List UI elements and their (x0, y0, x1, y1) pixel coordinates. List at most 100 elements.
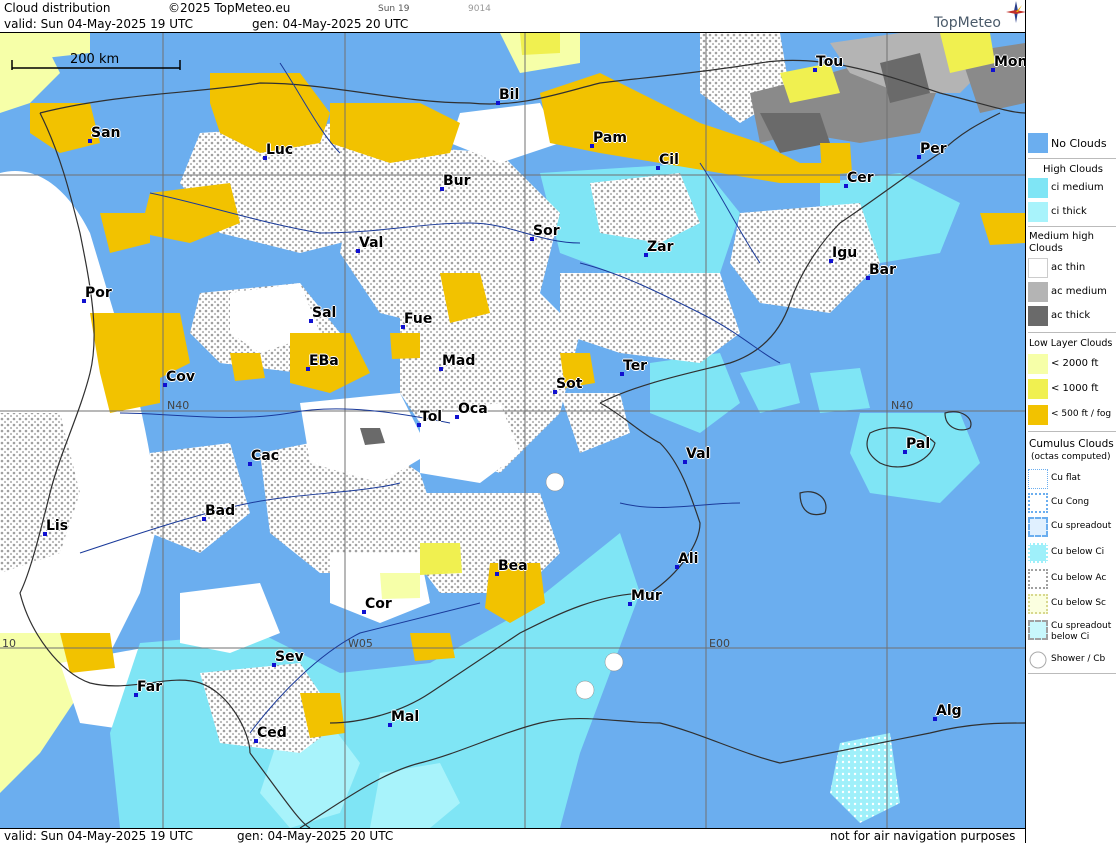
ac-thick-swatch (1028, 306, 1048, 326)
city-label: Bar (869, 262, 897, 278)
cu-spreadout-swatch (1028, 517, 1048, 537)
city-label: Tol (420, 409, 443, 425)
legend-low-1000: < 1000 ft (1027, 379, 1117, 401)
city-label: Pam (593, 130, 627, 146)
legend-label: ac thin (1051, 262, 1086, 273)
legend-label: Cu below Ci (1051, 547, 1105, 557)
cu-flat-swatch (1028, 469, 1048, 489)
legend-cu-below-ac: Cu below Ac (1027, 569, 1117, 591)
city-label: Luc (266, 142, 294, 158)
city-label: Sev (275, 649, 304, 665)
city-label: San (91, 125, 121, 141)
legend-label: Shower / Cb (1051, 654, 1106, 664)
city-label: Bea (498, 558, 528, 574)
legend-cu-cong: Cu Cong (1027, 493, 1117, 515)
shower-swatch (1028, 650, 1048, 670)
cu-below-sc-swatch (1028, 594, 1048, 614)
city-label: Cac (251, 448, 280, 464)
shower-cb-icon (1029, 651, 1047, 669)
grid-label-e00: E00 (709, 637, 730, 650)
city-label: Por (85, 285, 112, 301)
legend-label: ci medium (1051, 182, 1104, 193)
legend-label: Cu spreadout (1051, 521, 1112, 531)
city-label: Sal (312, 305, 337, 321)
legend-no-clouds: No Clouds (1027, 133, 1117, 155)
low-2000-swatch (1028, 354, 1048, 374)
cloud-map[interactable]: 200 km N40 N40 W05 E00 10 Tou Mon Bil San Pa… (0, 33, 1025, 828)
city-label: Mur (631, 588, 662, 604)
legend-label: No Clouds (1051, 137, 1107, 150)
legend-label: < 500 ft / fog (1051, 409, 1112, 419)
grid-label-w05: W05 (348, 637, 373, 650)
legend-cu-below-sc: Cu below Sc (1027, 594, 1117, 616)
legend-label: Cu Cong (1051, 497, 1090, 507)
legend-heading-high: High Clouds (1043, 164, 1103, 175)
city-label: Cer (847, 170, 874, 186)
grid-label-n40-east: N40 (891, 399, 914, 412)
legend-octas-note: (octas computed) (1031, 452, 1111, 462)
scale-bar-label: 200 km (70, 52, 120, 67)
city-label: Cil (659, 152, 679, 168)
city-label: Sor (533, 223, 560, 239)
ac-thin-swatch (1028, 258, 1048, 278)
legend-shower: Shower / Cb (1027, 650, 1117, 672)
legend-label: Cu below Ac (1051, 573, 1107, 583)
legend-heading-cumulus: Cumulus Clouds (1029, 438, 1114, 450)
city-label: Fue (404, 311, 433, 327)
city-label: Alg (936, 703, 962, 719)
city-label: Mon (994, 54, 1025, 70)
ac-medium-swatch (1028, 282, 1048, 302)
valid-time: valid: Sun 04-May-2025 19 UTC (4, 17, 193, 31)
city-label: Val (359, 235, 384, 251)
city-label: Ali (678, 551, 699, 567)
grid-label-w10: 10 (2, 637, 16, 650)
low-1000-swatch (1028, 379, 1048, 399)
compass-logo-icon (1006, 1, 1026, 23)
legend-ac-thick: ac thick (1027, 306, 1117, 328)
city-label: Mal (391, 709, 420, 725)
legend-heading-low: Low Layer Clouds (1029, 338, 1113, 349)
legend-divider (1028, 158, 1116, 159)
legend-label: ac medium (1051, 286, 1107, 297)
city-label: Bad (205, 503, 236, 519)
city-label: Cov (166, 369, 196, 385)
city-label: Tou (816, 54, 844, 70)
legend-cu-spreadout-below-ci: Cu spreadout below Ci (1027, 620, 1117, 646)
header-bar: Cloud distribution ©2025 TopMeteo.eu Sun… (0, 0, 1025, 33)
city-label: Lis (46, 518, 69, 534)
gen-time: gen: 04-May-2025 20 UTC (252, 17, 409, 31)
city-label: Sot (556, 376, 583, 392)
legend-divider (1028, 431, 1116, 432)
city-label: Igu (832, 245, 858, 261)
legend-cu-below-ci: Cu below Ci (1027, 543, 1117, 565)
legend-divider (1028, 226, 1116, 227)
low-500-swatch (1028, 405, 1048, 425)
ci-medium-swatch (1028, 178, 1048, 198)
copyright: ©2025 TopMeteo.eu (168, 1, 291, 15)
legend-label: ci thick (1051, 206, 1087, 217)
city-label: Val (686, 446, 711, 462)
grid-label-n40-west: N40 (167, 399, 190, 412)
city-label: Far (137, 679, 163, 695)
cu-below-ci-swatch (1028, 543, 1048, 563)
legend-cu-flat: Cu flat (1027, 469, 1117, 491)
city-label: EBa (309, 353, 339, 369)
city-label: Pal (906, 436, 931, 452)
city-label: Cor (365, 596, 392, 612)
legend-low-2000: < 2000 ft (1027, 354, 1117, 376)
day-label: Sun 19 (378, 4, 410, 14)
chart-title: Cloud distribution (4, 1, 111, 15)
legend-label: Cu spreadout below Ci (1051, 621, 1112, 642)
cu-cong-swatch (1028, 493, 1048, 513)
map-canvas (0, 33, 1025, 828)
legend-ci-medium: ci medium (1027, 178, 1117, 200)
city-label: Per (920, 141, 947, 157)
legend-divider (1028, 332, 1116, 333)
footer-gen-time: gen: 04-May-2025 20 UTC (237, 829, 394, 843)
cu-spreadout-below-ci-swatch (1028, 620, 1048, 640)
no-clouds-swatch (1028, 133, 1048, 153)
footer-valid-time: valid: Sun 04-May-2025 19 UTC (4, 829, 193, 843)
legend-ac-thin: ac thin (1027, 258, 1117, 280)
legend-label: Cu flat (1051, 473, 1081, 483)
ci-thick-swatch (1028, 202, 1048, 222)
